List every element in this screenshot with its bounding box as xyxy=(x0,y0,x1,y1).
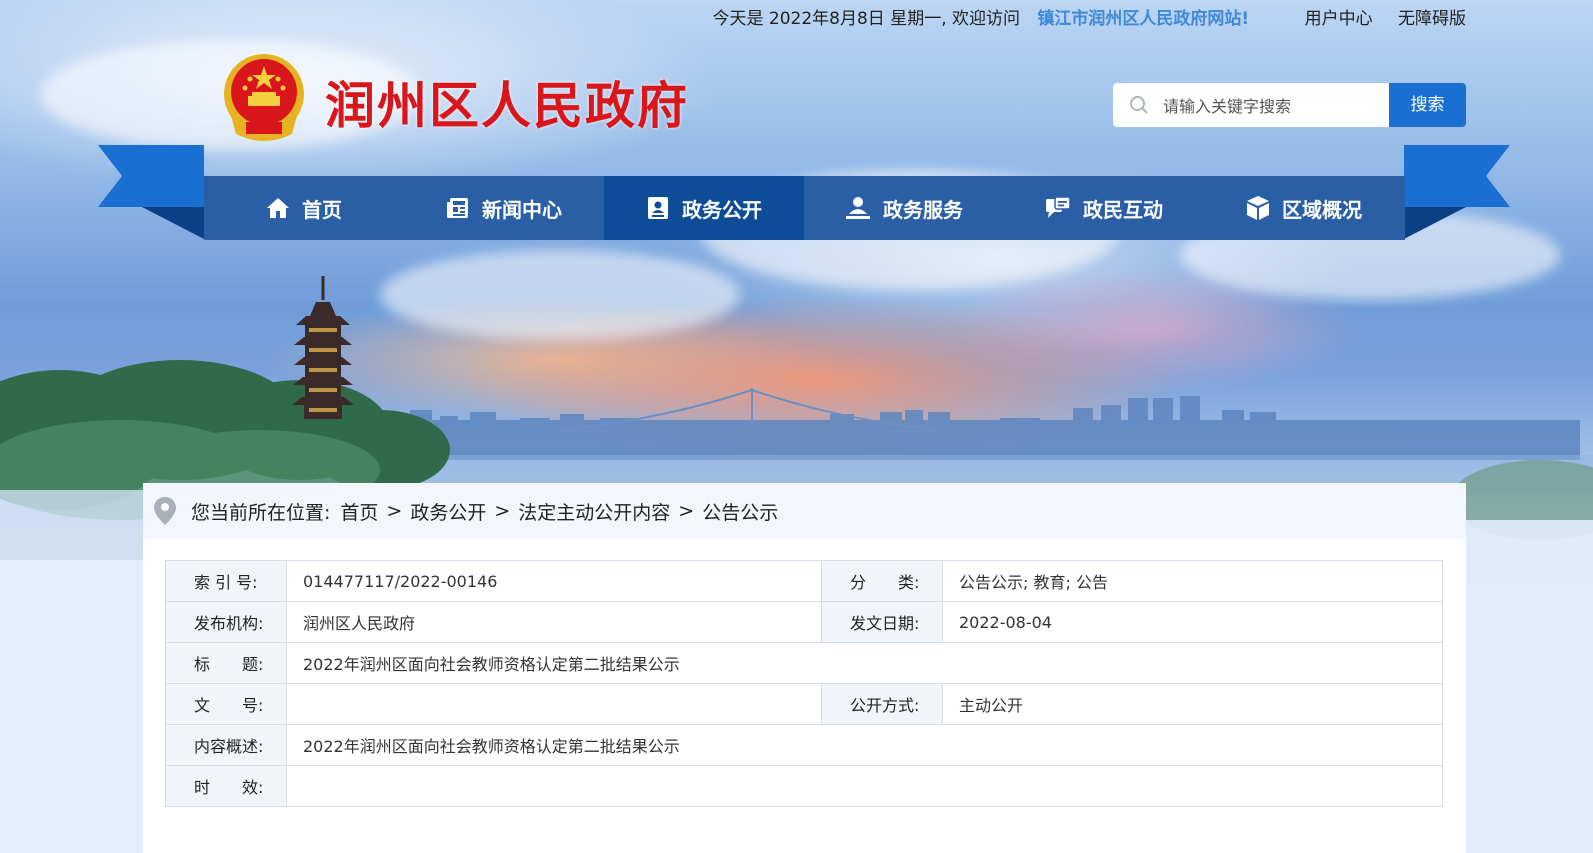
publisher-label: 发布机构: xyxy=(165,601,287,643)
chat-icon xyxy=(1046,196,1071,218)
document-metadata-table: 索 引 号: 014477117/2022-00146 分 类: 公告公示; 教… xyxy=(165,560,1443,807)
nav-item-interaction[interactable]: 政民互动 xyxy=(1004,176,1204,240)
nav-label: 政民互动 xyxy=(1083,197,1163,222)
doc-no-label: 文 号: xyxy=(165,683,287,725)
index-no-label: 索 引 号: xyxy=(165,560,287,602)
nav-label: 区域概况 xyxy=(1282,197,1362,222)
table-row: 索 引 号: 014477117/2022-00146 分 类: 公告公示; 教… xyxy=(165,560,1443,602)
breadcrumb-gov-affairs[interactable]: 政务公开 xyxy=(410,498,486,525)
cube-icon xyxy=(1247,196,1269,220)
user-service-icon xyxy=(846,197,870,219)
home-icon xyxy=(267,198,289,218)
nav-item-home[interactable]: 首页 xyxy=(204,176,404,240)
doc-no-value xyxy=(286,683,822,725)
nav-label: 政务公开 xyxy=(682,197,762,222)
date-value: 2022-08-04 xyxy=(942,601,1443,643)
location-pin-icon xyxy=(154,497,176,525)
breadcrumb-home[interactable]: 首页 xyxy=(340,498,378,525)
search-input[interactable] xyxy=(1161,91,1385,121)
nav-item-region[interactable]: 区域概况 xyxy=(1204,176,1404,240)
greeting-text: 今天是 2022年8月8日 星期一, 欢迎访问 xyxy=(712,9,1021,29)
index-no-value: 014477117/2022-00146 xyxy=(286,560,822,602)
title-label: 标 题: xyxy=(165,642,287,684)
validity-label: 时 效: xyxy=(165,765,287,807)
site-link[interactable]: 镇江市润州区人民政府网站! xyxy=(1037,9,1249,29)
disclosure-value: 主动公开 xyxy=(942,683,1443,725)
disclosure-label: 公开方式: xyxy=(821,683,943,725)
summary-label: 内容概述: xyxy=(165,724,287,766)
accessible-version-link[interactable]: 无障碍版 xyxy=(1398,9,1466,29)
news-icon xyxy=(447,198,468,218)
national-emblem-logo[interactable] xyxy=(220,52,308,144)
search-box xyxy=(1113,83,1389,127)
nav-item-gov-affairs[interactable]: 政务公开 xyxy=(604,176,804,240)
summary-value: 2022年润州区面向社会教师资格认定第二批结果公示 xyxy=(286,724,1443,766)
breadcrumb-announcement[interactable]: 公告公示 xyxy=(702,498,778,525)
breadcrumb-statutory-content[interactable]: 法定主动公开内容 xyxy=(518,498,670,525)
search-bar: 搜索 xyxy=(1113,83,1466,127)
date-label: 发文日期: xyxy=(821,601,943,643)
top-bar: 今天是 2022年8月8日 星期一, 欢迎访问 镇江市润州区人民政府网站! 用户… xyxy=(713,4,1467,29)
search-button[interactable]: 搜索 xyxy=(1389,83,1466,127)
table-row: 文 号: 公开方式: 主动公开 xyxy=(165,683,1443,725)
validity-value xyxy=(286,765,1443,807)
search-icon xyxy=(1130,96,1148,114)
category-label: 分 类: xyxy=(821,560,943,602)
category-value: 公告公示; 教育; 公告 xyxy=(942,560,1443,602)
publisher-value: 润州区人民政府 xyxy=(286,601,822,643)
nav-label: 政务服务 xyxy=(883,197,963,222)
main-nav: 首页 新闻中心 政务公开 政务服务 政民互动 区域概况 xyxy=(204,176,1405,240)
nav-item-gov-service[interactable]: 政务服务 xyxy=(804,176,1004,240)
site-title: 润州区人民政府 xyxy=(325,77,689,135)
id-card-icon xyxy=(648,197,668,219)
ribbon-right-decoration xyxy=(1404,145,1510,239)
ribbon-left-decoration xyxy=(98,145,204,239)
table-row: 内容概述: 2022年润州区面向社会教师资格认定第二批结果公示 xyxy=(165,724,1443,766)
nav-item-news[interactable]: 新闻中心 xyxy=(404,176,604,240)
nav-label: 新闻中心 xyxy=(482,197,562,222)
breadcrumb-separator: > xyxy=(678,500,695,522)
table-row: 标 题: 2022年润州区面向社会教师资格认定第二批结果公示 xyxy=(165,642,1443,684)
user-center-link[interactable]: 用户中心 xyxy=(1305,9,1373,29)
breadcrumb-label: 您当前所在位置: xyxy=(191,501,331,524)
breadcrumb: 您当前所在位置: 首页 > 政务公开 > 法定主动公开内容 > 公告公示 xyxy=(143,483,1466,539)
breadcrumb-separator: > xyxy=(494,500,511,522)
nav-label: 首页 xyxy=(302,197,342,222)
table-row: 发布机构: 润州区人民政府 发文日期: 2022-08-04 xyxy=(165,601,1443,643)
content-panel: 您当前所在位置: 首页 > 政务公开 > 法定主动公开内容 > 公告公示 索 引… xyxy=(143,483,1466,853)
title-value: 2022年润州区面向社会教师资格认定第二批结果公示 xyxy=(286,642,1443,684)
table-row: 时 效: xyxy=(165,765,1443,807)
breadcrumb-separator: > xyxy=(386,500,403,522)
